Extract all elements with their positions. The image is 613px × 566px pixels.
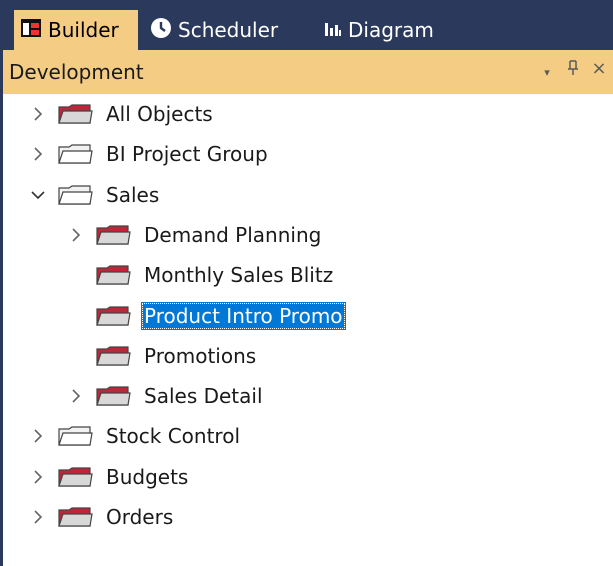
- tree-item[interactable]: Product Intro Promo: [69, 298, 346, 334]
- chevron-right-icon[interactable]: [31, 107, 45, 121]
- project-tree[interactable]: All Objects BI Project Group Sales Demand P…: [0, 94, 613, 566]
- panel-header: Development ▾ ×: [0, 50, 613, 94]
- tree-item-label[interactable]: Sales: [103, 181, 162, 209]
- tree-item[interactable]: Budgets: [31, 459, 191, 495]
- close-icon[interactable]: ×: [589, 58, 609, 79]
- builder-icon: [20, 18, 42, 43]
- tree-item-label[interactable]: All Objects: [103, 100, 216, 128]
- project-folder-icon: [95, 224, 131, 246]
- chevron-down-icon[interactable]: [31, 188, 45, 202]
- dropdown-icon[interactable]: ▾: [537, 66, 557, 79]
- tab-diagram[interactable]: Diagram: [320, 10, 434, 50]
- project-folder-icon: [57, 506, 93, 528]
- chevron-right-icon[interactable]: [31, 470, 45, 484]
- tree-item-label[interactable]: Sales Detail: [141, 382, 266, 410]
- tab-scheduler[interactable]: Scheduler: [146, 10, 278, 50]
- project-folder-icon: [57, 466, 93, 488]
- tree-item[interactable]: Demand Planning: [69, 217, 324, 253]
- project-folder-icon: [95, 305, 131, 327]
- tree-item-label[interactable]: Promotions: [141, 342, 259, 370]
- tree-item-label[interactable]: Orders: [103, 503, 176, 531]
- project-folder-icon: [95, 385, 131, 407]
- tree-item[interactable]: Monthly Sales Blitz: [69, 257, 336, 293]
- tree-item-label[interactable]: Product Intro Promo: [141, 301, 346, 330]
- tree-item-label[interactable]: BI Project Group: [103, 140, 271, 168]
- group-folder-icon: [57, 143, 93, 165]
- tree-item[interactable]: BI Project Group: [31, 136, 271, 172]
- tree-item-label[interactable]: Demand Planning: [141, 221, 324, 249]
- project-folder-icon: [95, 345, 131, 367]
- tab-builder[interactable]: Builder: [14, 10, 138, 50]
- tree-item[interactable]: Stock Control: [31, 418, 243, 454]
- clock-icon: [150, 17, 172, 44]
- tree-item-label[interactable]: Budgets: [103, 463, 191, 491]
- panel-title: Development: [9, 60, 144, 84]
- chevron-right-icon[interactable]: [69, 389, 83, 403]
- tree-item[interactable]: Orders: [31, 499, 176, 535]
- tree-item[interactable]: All Objects: [31, 96, 216, 132]
- project-folder-icon: [57, 103, 93, 125]
- tab-label: Diagram: [348, 18, 434, 42]
- group-folder-icon: [57, 425, 93, 447]
- chevron-right-icon[interactable]: [31, 429, 45, 443]
- chevron-right-icon[interactable]: [31, 147, 45, 161]
- tab-strip: Builder Scheduler Diagram: [0, 0, 613, 50]
- tree-item-label[interactable]: Stock Control: [103, 422, 243, 450]
- bar-chart-icon: [324, 18, 342, 42]
- chevron-right-icon[interactable]: [31, 510, 45, 524]
- group-folder-icon: [57, 184, 93, 206]
- project-folder-icon: [95, 264, 131, 286]
- tab-label: Builder: [48, 18, 119, 42]
- tree-item[interactable]: Promotions: [69, 338, 259, 374]
- tree-item[interactable]: Sales Detail: [69, 378, 266, 414]
- tree-item-label[interactable]: Monthly Sales Blitz: [141, 261, 336, 289]
- tab-label: Scheduler: [178, 18, 279, 42]
- tree-item[interactable]: Sales: [31, 177, 162, 213]
- chevron-right-icon[interactable]: [69, 228, 83, 242]
- pin-icon[interactable]: [563, 60, 583, 80]
